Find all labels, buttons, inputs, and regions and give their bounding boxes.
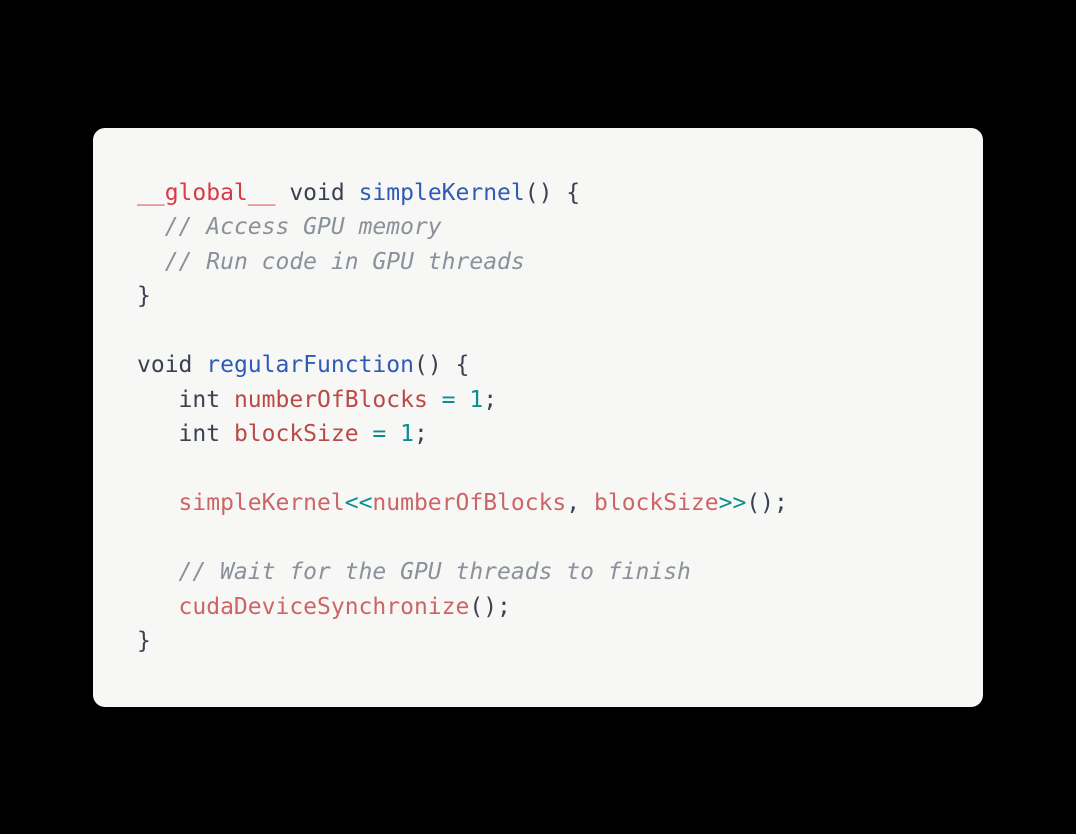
code-token: >> (719, 490, 747, 516)
code-token: numberOfBlocks (234, 387, 428, 413)
code-token: = (372, 421, 386, 447)
code-token: __global__ (137, 180, 275, 206)
code-token: cudaDeviceSynchronize (179, 594, 470, 620)
code-token: simpleKernel (359, 180, 525, 206)
code-token: // Run code in GPU threads (165, 249, 525, 275)
code-token: 1 (400, 421, 414, 447)
code-token: } void (137, 283, 206, 378)
code-block-card: __global__ void simpleKernel() { // Acce… (93, 128, 983, 707)
code-token: << (345, 490, 373, 516)
code-token: = (442, 387, 456, 413)
code-token (359, 421, 373, 447)
code-content: __global__ void simpleKernel() { // Acce… (137, 176, 939, 659)
code-token: blockSize (594, 490, 719, 516)
code-token (137, 594, 179, 620)
code: __global__ void simpleKernel() { // Acce… (137, 180, 788, 655)
code-token: blockSize (234, 421, 359, 447)
code-token (137, 249, 165, 275)
code-token (386, 421, 400, 447)
code-token: 1 (469, 387, 483, 413)
code-token: , (566, 490, 594, 516)
code-token: // Access GPU memory (165, 214, 442, 240)
code-token: regularFunction (206, 352, 414, 378)
code-token (428, 387, 442, 413)
code-token: numberOfBlocks (372, 490, 566, 516)
code-token: void (275, 180, 358, 206)
code-token (456, 387, 470, 413)
code-token: simpleKernel (179, 490, 345, 516)
code-token: // Wait for the GPU threads to finish (179, 559, 691, 585)
